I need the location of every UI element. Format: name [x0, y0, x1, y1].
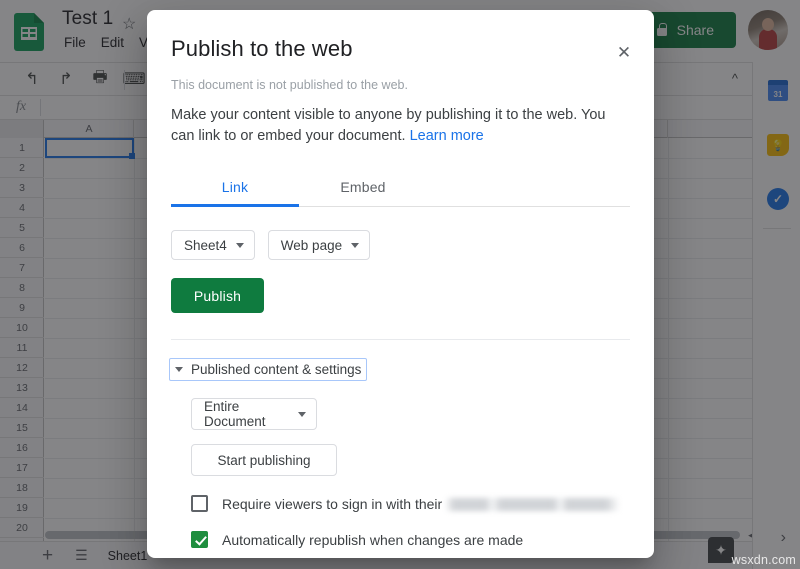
scope-select[interactable]: Entire Document	[191, 398, 317, 430]
published-content-settings-toggle[interactable]: Published content & settings	[169, 358, 367, 381]
auto-republish-checkbox[interactable]	[191, 531, 208, 548]
row-header[interactable]: 6	[0, 238, 44, 258]
row-header[interactable]: 20	[0, 518, 44, 538]
row-header[interactable]: 11	[0, 338, 44, 358]
chevron-up-icon[interactable]: ^	[732, 71, 738, 86]
dialog-tabs: Link Embed	[171, 169, 630, 207]
publish-status-text: This document is not published to the we…	[171, 78, 630, 92]
format-select-value: Web page	[281, 238, 342, 253]
published-content-settings-panel: Entire Document Start publishing Require…	[191, 398, 654, 548]
menu-item-file[interactable]: File	[64, 35, 86, 50]
toolbar-divider	[124, 70, 125, 90]
chevron-down-icon	[236, 243, 244, 248]
sheet-select-value: Sheet4	[184, 238, 227, 253]
select-all-corner[interactable]	[0, 120, 44, 138]
auto-republish-row[interactable]: Automatically republish when changes are…	[191, 531, 654, 548]
row-header[interactable]: 12	[0, 358, 44, 378]
row-header[interactable]: 1	[0, 138, 44, 158]
plus-icon[interactable]: +	[42, 546, 53, 565]
scope-select-value: Entire Document	[204, 399, 289, 429]
document-title[interactable]: Test 1	[62, 8, 113, 30]
start-publishing-button[interactable]: Start publishing	[191, 444, 337, 476]
fill-handle[interactable]	[129, 153, 135, 159]
chevron-down-icon	[175, 367, 183, 372]
row-header[interactable]: 9	[0, 298, 44, 318]
row-header[interactable]: 14	[0, 398, 44, 418]
column-header-a[interactable]: A	[45, 120, 134, 138]
google-tasks-icon[interactable]: ✓	[767, 188, 789, 210]
explore-star-icon[interactable]: ✦	[708, 537, 734, 563]
chevron-down-icon	[298, 412, 306, 417]
tab-embed[interactable]: Embed	[299, 169, 427, 206]
require-signin-checkbox[interactable]	[191, 495, 208, 512]
star-outline-icon[interactable]: ☆	[122, 14, 136, 34]
learn-more-link[interactable]: Learn more	[410, 128, 484, 144]
formula-fx-label: fx	[16, 99, 26, 115]
side-panel-divider	[763, 228, 791, 229]
watermark: wsxdn.com	[732, 553, 796, 567]
print-icon[interactable]: 🖶	[90, 69, 110, 89]
undo-icon[interactable]: ↰	[22, 69, 42, 89]
list-menu-icon[interactable]: ☰	[75, 547, 88, 564]
row-header[interactable]: 5	[0, 218, 44, 238]
close-icon[interactable]: ✕	[612, 40, 636, 64]
require-signin-label: Require viewers to sign in with their	[222, 496, 620, 512]
toolbar-icon-group: ↰ ↱ 🖶 ⌨	[22, 69, 144, 89]
side-panel: 31 💡 ✓ ›	[752, 62, 800, 569]
row-header[interactable]: 4	[0, 198, 44, 218]
row-header[interactable]: 18	[0, 478, 44, 498]
sheet-tab-label: Sheet1	[108, 549, 148, 563]
paint-format-icon[interactable]: ⌨	[124, 69, 144, 89]
screen: Test 1 ☆ File Edit Vi Share ↰ ↱ 🖶 ⌨ ^	[0, 0, 800, 569]
row-header[interactable]: 10	[0, 318, 44, 338]
require-signin-text: Require viewers to sign in with their	[222, 496, 442, 512]
format-select[interactable]: Web page	[268, 230, 370, 260]
row-header[interactable]: 15	[0, 418, 44, 438]
redo-icon[interactable]: ↱	[56, 69, 76, 89]
chevron-down-icon	[351, 243, 359, 248]
publish-button[interactable]: Publish	[171, 278, 264, 313]
dialog-divider	[171, 339, 630, 340]
selected-cell-a1[interactable]	[45, 138, 134, 158]
google-sheets-icon	[14, 13, 44, 51]
menu-bar: File Edit Vi	[64, 35, 151, 50]
share-button-label: Share	[677, 22, 714, 38]
google-calendar-icon[interactable]: 31	[767, 80, 789, 102]
row-header[interactable]: 17	[0, 458, 44, 478]
avatar[interactable]	[748, 10, 788, 50]
publish-selectors: Sheet4 Web page	[171, 230, 630, 260]
row-header[interactable]: 3	[0, 178, 44, 198]
row-header[interactable]: 8	[0, 278, 44, 298]
dialog-header: Publish to the web ✕	[147, 10, 654, 62]
google-keep-icon[interactable]: 💡	[767, 134, 789, 156]
tab-active-indicator	[171, 204, 299, 207]
lock-icon	[656, 23, 668, 37]
published-content-settings-label: Published content & settings	[191, 362, 361, 377]
dialog-description: Make your content visible to anyone by p…	[171, 105, 623, 147]
row-header[interactable]: 7	[0, 258, 44, 278]
chevron-right-icon[interactable]: ›	[781, 529, 786, 547]
redacted-domain-text	[445, 498, 620, 511]
dialog-title: Publish to the web	[171, 36, 630, 62]
sheet-select[interactable]: Sheet4	[171, 230, 255, 260]
row-header[interactable]: 19	[0, 498, 44, 518]
row-header-column: 1 2 3 4 5 6 7 8 9 10 11 12 13 14 15 16 1…	[0, 138, 44, 541]
share-button[interactable]: Share	[640, 12, 736, 48]
menu-item-edit[interactable]: Edit	[101, 35, 124, 50]
row-header[interactable]: 13	[0, 378, 44, 398]
require-signin-row[interactable]: Require viewers to sign in with their	[191, 495, 654, 512]
row-header[interactable]: 2	[0, 158, 44, 178]
tab-link[interactable]: Link	[171, 169, 299, 206]
row-header[interactable]: 16	[0, 438, 44, 458]
formula-divider	[40, 99, 41, 116]
publish-to-web-dialog: Publish to the web ✕ This document is no…	[147, 10, 654, 558]
auto-republish-label: Automatically republish when changes are…	[222, 532, 523, 548]
dialog-description-text: Make your content visible to anyone by p…	[171, 107, 605, 144]
